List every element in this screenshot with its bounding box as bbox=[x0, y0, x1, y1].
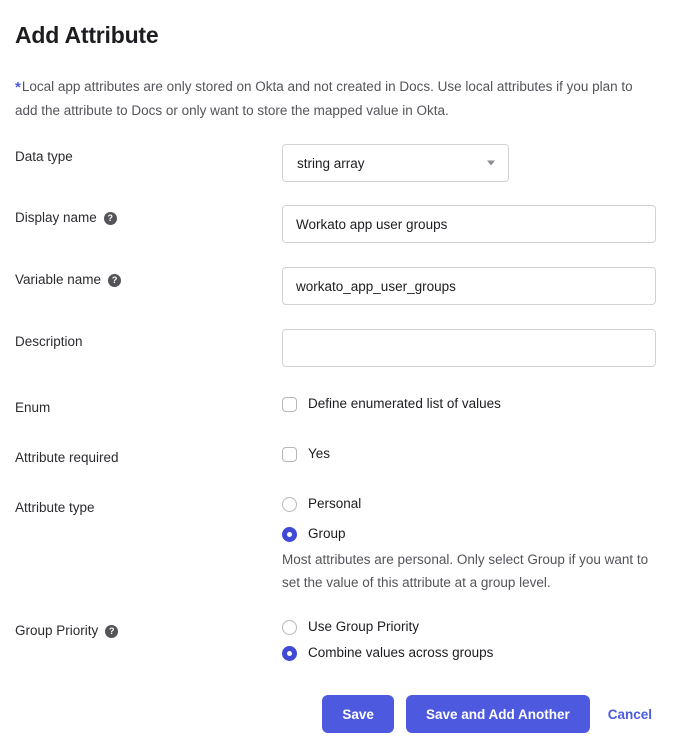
display-name-control bbox=[282, 205, 658, 243]
field-row-display-name: Display name ? bbox=[15, 205, 658, 243]
field-row-variable-name: Variable name ? bbox=[15, 267, 658, 305]
help-icon[interactable]: ? bbox=[105, 624, 119, 638]
data-type-select[interactable]: string array bbox=[282, 144, 509, 182]
attribute-type-option-personal[interactable]: Personal bbox=[282, 495, 658, 513]
data-type-label: Data type bbox=[15, 149, 73, 164]
page-title: Add Attribute bbox=[15, 22, 159, 48]
attribute-required-control: Yes bbox=[282, 445, 658, 463]
data-type-control: string array bbox=[282, 144, 658, 182]
group-priority-control: Use Group Priority Combine values across… bbox=[282, 618, 658, 662]
form-actions: Save Save and Add Another Cancel bbox=[15, 695, 658, 733]
description-input[interactable] bbox=[282, 329, 656, 367]
display-name-label-cell: Display name ? bbox=[15, 205, 282, 227]
attribute-required-label-cell: Attribute required bbox=[15, 445, 282, 467]
save-button[interactable]: Save bbox=[322, 695, 394, 733]
field-row-attribute-type: Attribute type Personal Group Most attri… bbox=[15, 495, 658, 594]
enum-label-cell: Enum bbox=[15, 395, 282, 417]
data-type-select-value: string array bbox=[297, 155, 365, 171]
group-priority-label: Group Priority bbox=[15, 623, 99, 638]
attribute-type-radio-personal[interactable] bbox=[282, 496, 297, 512]
group-priority-option-use[interactable]: Use Group Priority bbox=[282, 618, 658, 636]
field-row-enum: Enum Define enumerated list of values bbox=[15, 395, 658, 417]
local-attributes-note: *Local app attributes are only stored on… bbox=[15, 75, 645, 123]
display-name-input[interactable] bbox=[282, 205, 656, 243]
chevron-down-icon bbox=[487, 160, 495, 166]
cancel-button[interactable]: Cancel bbox=[602, 695, 658, 733]
attribute-required-checkbox-row[interactable]: Yes bbox=[282, 445, 658, 463]
group-priority-option-combine[interactable]: Combine values across groups bbox=[282, 644, 658, 662]
field-row-description: Description bbox=[15, 329, 658, 367]
group-priority-label-combine: Combine values across groups bbox=[308, 645, 494, 660]
attribute-type-help-text: Most attributes are personal. Only selec… bbox=[282, 552, 649, 590]
attribute-type-control: Personal Group Most attributes are perso… bbox=[282, 495, 658, 594]
save-and-add-another-button[interactable]: Save and Add Another bbox=[405, 695, 590, 733]
required-asterisk-icon: * bbox=[15, 79, 21, 96]
attribute-fields: Data type string array Display name ? Va bbox=[15, 144, 658, 662]
enum-checkbox[interactable] bbox=[282, 396, 297, 412]
group-priority-label-use: Use Group Priority bbox=[308, 619, 420, 634]
description-label: Description bbox=[15, 334, 83, 349]
help-icon[interactable]: ? bbox=[103, 211, 117, 225]
variable-name-input[interactable] bbox=[282, 267, 656, 305]
group-priority-label-cell: Group Priority ? bbox=[15, 618, 282, 640]
attribute-type-label-group: Group bbox=[308, 526, 346, 541]
note-text: Local app attributes are only stored on … bbox=[15, 79, 633, 118]
attribute-required-checkbox-label: Yes bbox=[308, 446, 331, 461]
variable-name-label: Variable name bbox=[15, 272, 102, 287]
description-label-cell: Description bbox=[15, 329, 282, 351]
enum-control: Define enumerated list of values bbox=[282, 395, 658, 413]
data-type-label-cell: Data type bbox=[15, 144, 282, 166]
enum-checkbox-label: Define enumerated list of values bbox=[308, 396, 501, 411]
attribute-required-checkbox[interactable] bbox=[282, 446, 297, 462]
enum-checkbox-row[interactable]: Define enumerated list of values bbox=[282, 395, 658, 413]
group-priority-radio-use[interactable] bbox=[282, 619, 297, 635]
attribute-type-label: Attribute type bbox=[15, 500, 95, 515]
group-priority-radio-combine[interactable] bbox=[282, 645, 297, 661]
attribute-type-option-group[interactable]: Group bbox=[282, 525, 658, 543]
variable-name-label-cell: Variable name ? bbox=[15, 267, 282, 289]
display-name-label: Display name bbox=[15, 210, 97, 225]
help-icon[interactable]: ? bbox=[108, 273, 122, 287]
field-row-attribute-required: Attribute required Yes bbox=[15, 445, 658, 467]
variable-name-control bbox=[282, 267, 658, 305]
description-control bbox=[282, 329, 658, 367]
field-row-data-type: Data type string array bbox=[15, 144, 658, 182]
attribute-required-label: Attribute required bbox=[15, 450, 119, 465]
add-attribute-form: Add Attribute *Local app attributes are … bbox=[0, 0, 673, 751]
attribute-type-label-personal: Personal bbox=[308, 496, 362, 511]
attribute-type-label-cell: Attribute type bbox=[15, 495, 282, 517]
field-row-group-priority: Group Priority ? Use Group Priority Comb… bbox=[15, 618, 658, 662]
attribute-type-radio-group[interactable] bbox=[282, 526, 297, 542]
enum-label: Enum bbox=[15, 400, 51, 415]
